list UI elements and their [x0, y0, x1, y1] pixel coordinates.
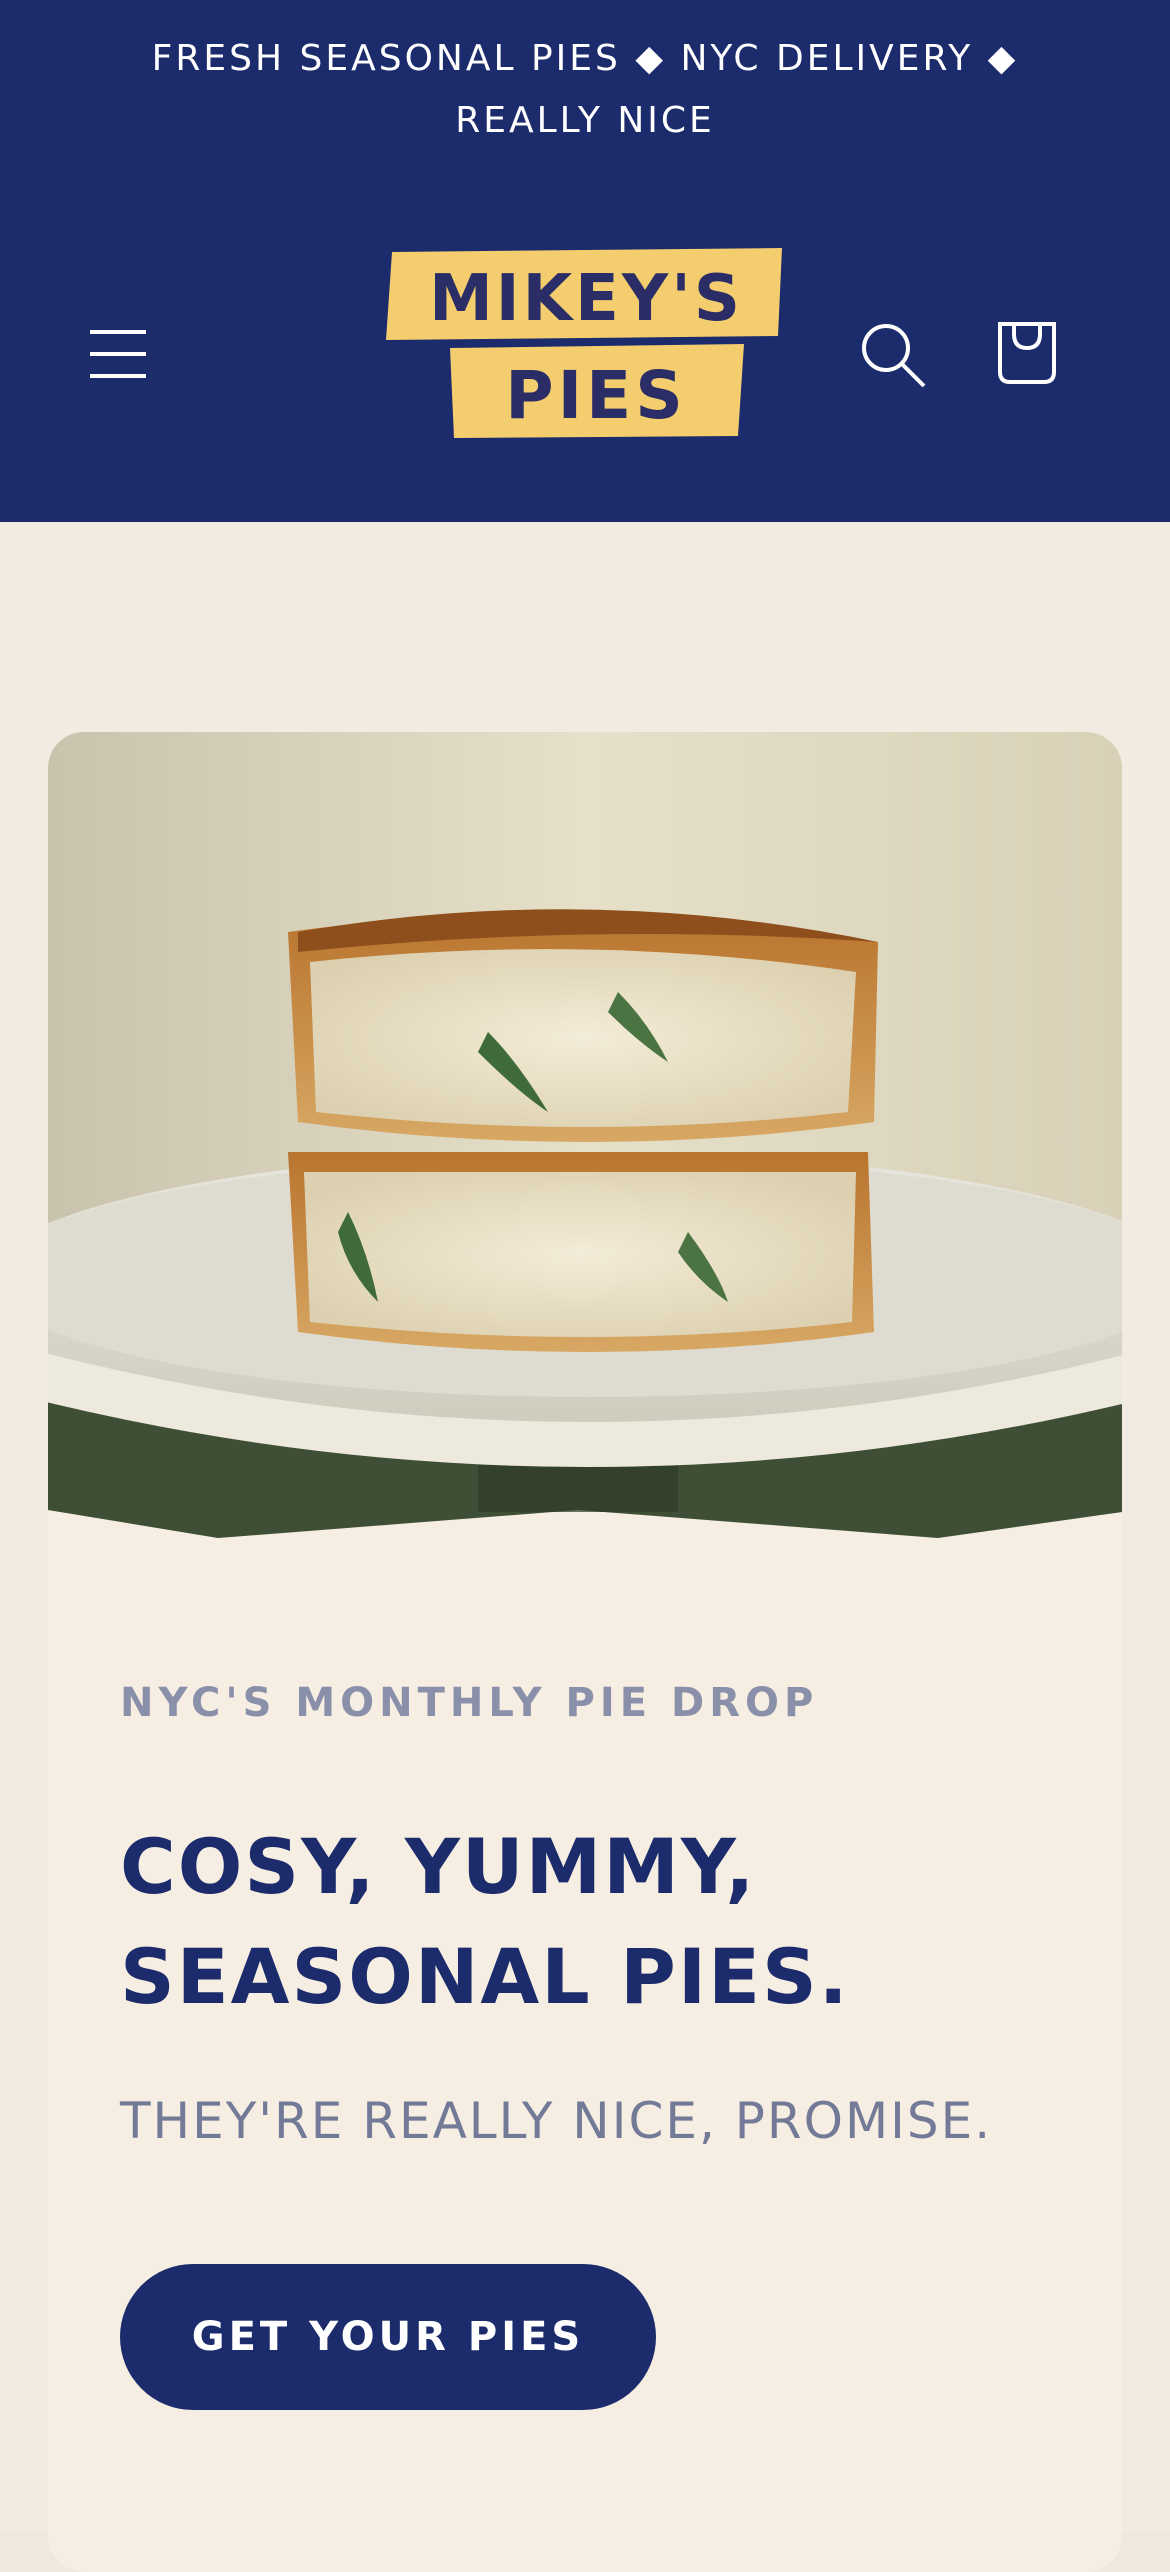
logo-line2: PIES [505, 357, 687, 434]
site-logo[interactable]: MIKEY'S PIES [386, 248, 786, 444]
announcement-text: Fresh Seasonal Pies ◆ NYC Delivery ◆ Rea… [151, 38, 1019, 141]
logo-line1: MIKEY'S [429, 262, 743, 336]
hero-pie-image [48, 732, 1122, 1538]
hero-subhead: THEY'RE REALLY NICE, PROMISE. [120, 2092, 993, 2150]
hamburger-menu-icon[interactable] [88, 324, 148, 384]
shopping-bag-icon[interactable] [994, 316, 1060, 386]
hero-card: NYC'S MONTHLY PIE DROP Cosy, Yummy, Seas… [48, 732, 1122, 2572]
get-your-pies-button[interactable]: GET YOUR PIES [120, 2264, 656, 2410]
hero-eyebrow: NYC'S MONTHLY PIE DROP [120, 1680, 819, 1726]
site-header: MIKEY'S PIES [0, 180, 1170, 522]
announcement-bar: Fresh Seasonal Pies ◆ NYC Delivery ◆ Rea… [0, 0, 1170, 180]
hero-headline: Cosy, Yummy, Seasonal Pies. [120, 1822, 850, 2021]
search-icon[interactable] [858, 320, 928, 390]
